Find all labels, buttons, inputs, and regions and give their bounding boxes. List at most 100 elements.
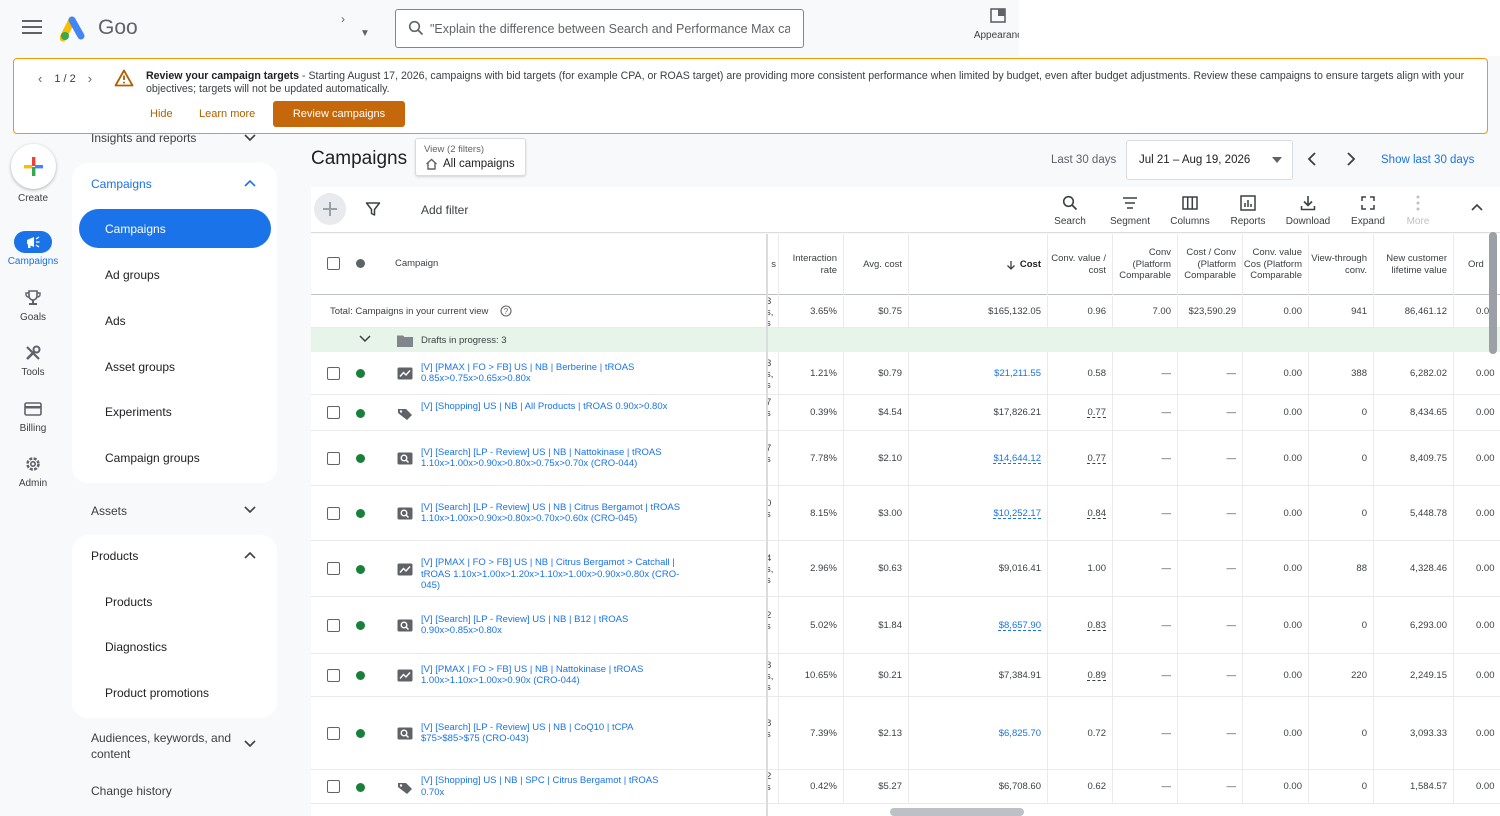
- chevron-up-icon[interactable]: [244, 179, 256, 187]
- banner-hide-link[interactable]: Hide: [150, 108, 173, 120]
- col-clipped[interactable]: s: [768, 234, 778, 295]
- select-all-checkbox[interactable]: [327, 257, 340, 270]
- conv-value-cost-value[interactable]: 0.89: [1088, 670, 1107, 681]
- toolbar-search-button[interactable]: Search: [1040, 194, 1100, 227]
- col-campaign[interactable]: Campaign: [395, 258, 438, 269]
- conv-value-cost-value[interactable]: 0.84: [1088, 508, 1107, 519]
- status-enabled-icon[interactable]: [356, 782, 365, 792]
- add-filter-button[interactable]: Add filter: [421, 203, 468, 217]
- col-avg-cost[interactable]: Avg. cost: [843, 234, 908, 295]
- search-bar[interactable]: [395, 9, 804, 48]
- cell-cost[interactable]: $6,825.70: [908, 697, 1047, 769]
- row-checkbox[interactable]: [327, 780, 340, 793]
- conv-value-cost-value[interactable]: 0.77: [1088, 407, 1107, 418]
- banner-prev-icon[interactable]: ‹: [38, 71, 42, 86]
- nav-item-asset-groups[interactable]: Asset groups: [105, 360, 175, 374]
- rail-billing[interactable]: Billing: [0, 398, 66, 434]
- nav-item-experiments[interactable]: Experiments: [105, 405, 172, 419]
- col-view-through-conv[interactable]: View-through conv.: [1308, 234, 1373, 295]
- row-checkbox[interactable]: [327, 366, 340, 380]
- nav-assets[interactable]: Assets: [91, 504, 127, 518]
- row-checkbox[interactable]: [327, 406, 340, 419]
- chevron-down-icon[interactable]: [244, 506, 256, 514]
- nav-audiences-keywords-content[interactable]: Audiences, keywords, and content: [91, 730, 241, 762]
- toolbar-download-button[interactable]: Download: [1278, 194, 1338, 227]
- row-checkbox[interactable]: [327, 668, 340, 682]
- drafts-row[interactable]: Drafts in progress: 3: [311, 328, 1500, 352]
- chevron-down-icon[interactable]: [359, 335, 371, 343]
- horizontal-scrollbar[interactable]: [890, 808, 1024, 816]
- date-range-picker[interactable]: Jul 21 – Aug 19, 2026: [1126, 140, 1293, 180]
- toolbar-columns-button[interactable]: Columns: [1160, 194, 1220, 227]
- status-enabled-icon[interactable]: [356, 454, 365, 463]
- help-icon[interactable]: ?: [500, 305, 512, 317]
- nav-campaigns-group[interactable]: Campaigns: [91, 177, 152, 191]
- chevron-up-icon[interactable]: [1471, 203, 1483, 211]
- next-period-icon[interactable]: [1345, 152, 1357, 166]
- show-last-30-days-link[interactable]: Show last 30 days: [1381, 154, 1474, 166]
- campaign-name-link[interactable]: [V] [Search] [LP - Review] US | NB | CoQ…: [421, 722, 681, 745]
- conv-value-cost-value[interactable]: 0.77: [1088, 453, 1107, 464]
- nav-item-products[interactable]: Products: [105, 595, 152, 609]
- row-checkbox[interactable]: [327, 726, 340, 740]
- status-enabled-icon[interactable]: [356, 509, 365, 518]
- col-interaction-rate[interactable]: Interaction rate: [778, 234, 843, 295]
- rail-goals[interactable]: Goals: [0, 287, 66, 323]
- status-enabled-icon[interactable]: [356, 621, 365, 630]
- google-ads-logo[interactable]: Goog: [60, 14, 140, 44]
- status-enabled-icon[interactable]: [356, 408, 365, 418]
- toolbar-reports-button[interactable]: Reports: [1218, 194, 1278, 227]
- chevron-right-icon[interactable]: ›: [341, 12, 345, 26]
- main-menu-button[interactable]: [20, 16, 44, 40]
- cost-value[interactable]: $10,252.17: [993, 508, 1041, 519]
- campaign-name-link[interactable]: [V] [Shopping] US | NB | All Products | …: [421, 401, 681, 413]
- campaign-name-link[interactable]: [V] [PMAX | FO > FB] US | NB | Berberine…: [421, 362, 681, 385]
- status-header-icon[interactable]: [356, 259, 365, 268]
- campaign-name-link[interactable]: [V] [PMAX | FO > FB] US | NB | Citrus Be…: [421, 557, 681, 592]
- campaign-name-link[interactable]: [V] [Search] [LP - Review] US | NB | Cit…: [421, 502, 681, 525]
- search-input[interactable]: [430, 19, 790, 39]
- status-enabled-icon[interactable]: [356, 564, 365, 574]
- col-conv-value-cost-platform[interactable]: Conv. value Cos (Platform Comparable: [1242, 234, 1308, 295]
- cell-cost[interactable]: $21,211.55: [908, 352, 1047, 394]
- create-button[interactable]: [11, 144, 56, 189]
- campaign-name-link[interactable]: [V] [PMAX | FO > FB] US | NB | Nattokina…: [421, 664, 681, 687]
- row-checkbox[interactable]: [327, 451, 340, 465]
- banner-next-icon[interactable]: ›: [88, 71, 92, 86]
- nav-change-history[interactable]: Change history: [91, 784, 172, 798]
- conv-value-cost-value[interactable]: 0.83: [1088, 620, 1107, 631]
- status-enabled-icon[interactable]: [356, 671, 365, 680]
- add-campaign-button[interactable]: [314, 193, 346, 225]
- nav-item-ads[interactable]: Ads: [105, 314, 126, 328]
- nav-item-ad-groups[interactable]: Ad groups: [105, 268, 160, 282]
- account-dropdown-icon[interactable]: ▼: [360, 28, 370, 39]
- campaign-name-link[interactable]: [V] [Search] [LP - Review] US | NB | B12…: [421, 614, 681, 637]
- chevron-down-icon[interactable]: [244, 740, 256, 748]
- status-enabled-icon[interactable]: [356, 729, 365, 738]
- banner-learn-more-link[interactable]: Learn more: [199, 108, 255, 120]
- rail-tools[interactable]: Tools: [0, 342, 66, 378]
- cost-value[interactable]: $8,657.90: [999, 620, 1041, 631]
- chevron-down-icon[interactable]: [244, 134, 256, 142]
- nav-item-campaigns[interactable]: Campaigns: [79, 209, 271, 248]
- status-enabled-icon[interactable]: [356, 369, 365, 378]
- previous-period-icon[interactable]: [1306, 152, 1318, 166]
- row-checkbox[interactable]: [327, 506, 340, 520]
- col-conv-value-cost[interactable]: Conv. value / cost: [1047, 234, 1112, 295]
- toolbar-more-button[interactable]: More: [1388, 194, 1448, 227]
- rail-admin[interactable]: Admin: [0, 453, 66, 489]
- row-checkbox[interactable]: [327, 562, 340, 575]
- row-checkbox[interactable]: [327, 618, 340, 632]
- chevron-up-icon[interactable]: [244, 551, 256, 559]
- nav-item-product-promotions[interactable]: Product promotions: [105, 686, 209, 700]
- review-campaigns-button[interactable]: Review campaigns: [273, 101, 405, 127]
- col-cost-conv-platform[interactable]: Cost / Conv (Platform Comparable: [1177, 234, 1242, 295]
- nav-products-group[interactable]: Products: [91, 549, 138, 563]
- toolbar-segment-button[interactable]: Segment: [1100, 194, 1160, 227]
- vertical-scrollbar[interactable]: [1489, 232, 1497, 354]
- cost-value[interactable]: $14,644.12: [993, 453, 1041, 464]
- rail-campaigns[interactable]: Campaigns: [0, 231, 66, 267]
- col-conv-platform[interactable]: Conv (Platform Comparable: [1112, 234, 1177, 295]
- nav-item-diagnostics[interactable]: Diagnostics: [105, 640, 167, 654]
- nav-item-campaign-groups[interactable]: Campaign groups: [105, 451, 200, 465]
